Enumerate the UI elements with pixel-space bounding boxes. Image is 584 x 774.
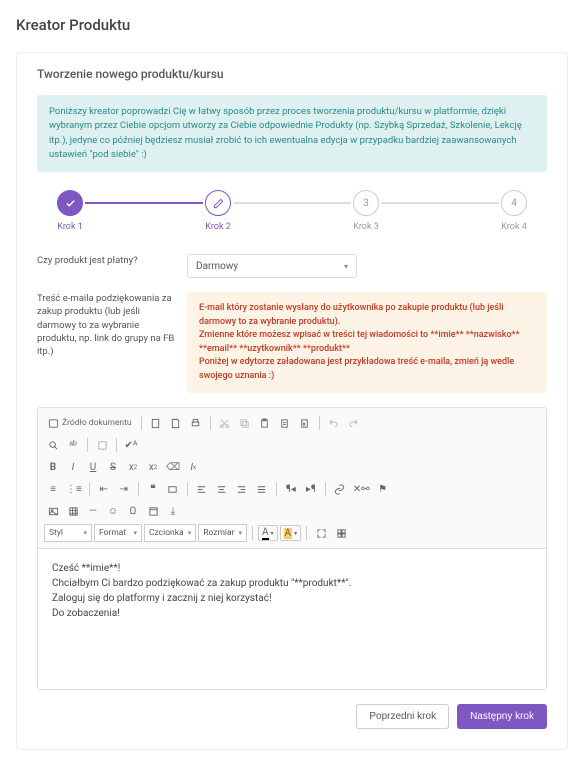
rtl-icon[interactable]: ▸¶ xyxy=(302,480,320,498)
iframe-icon[interactable] xyxy=(144,502,162,520)
table-icon[interactable] xyxy=(64,502,82,520)
rich-text-editor: Źródło dokumentu xyxy=(37,407,547,690)
pencil-icon xyxy=(205,190,231,216)
editor-line: Chciałbym Ci bardzo podziękować za zakup… xyxy=(52,576,532,591)
editor-line: Zaloguj się do platformy i zacznij z nie… xyxy=(52,591,532,606)
size-select[interactable]: Rozmiar▾ xyxy=(198,524,247,542)
paste-text-icon[interactable] xyxy=(276,414,294,432)
font-select[interactable]: Czcionka▾ xyxy=(144,524,196,542)
step-label: Krok 1 xyxy=(57,222,83,232)
chevron-down-icon: ▾ xyxy=(344,262,348,271)
warning-text: Zmienne które możesz wpisać w treści tej… xyxy=(199,329,535,356)
prev-button[interactable]: Poprzedni krok xyxy=(356,704,449,729)
italic-icon[interactable]: I xyxy=(64,458,82,476)
underline-icon[interactable]: U xyxy=(84,458,102,476)
align-right-icon[interactable] xyxy=(233,480,251,498)
smiley-icon[interactable]: ☺ xyxy=(104,502,122,520)
page-title: Kreator Produktu xyxy=(16,16,568,34)
blockquote-icon[interactable]: ❝ xyxy=(144,480,162,498)
clearformat-icon[interactable]: Ix xyxy=(184,458,202,476)
indent-icon[interactable]: ⇥ xyxy=(115,480,133,498)
check-icon xyxy=(57,190,83,216)
removeformat-icon[interactable]: ⌫ xyxy=(164,458,182,476)
find-icon[interactable] xyxy=(44,436,62,454)
info-text: Poniższy kreator poprowadzi Cię w łatwy … xyxy=(49,105,535,162)
ltr-icon[interactable]: ¶◂ xyxy=(282,480,300,498)
select-all-icon[interactable] xyxy=(93,436,111,454)
hr-icon[interactable]: — xyxy=(84,502,102,520)
unlink-icon[interactable]: ✕⚯ xyxy=(351,480,372,498)
step-1[interactable]: Krok 1 xyxy=(57,190,83,232)
editor-line: Do zobaczenia! xyxy=(52,606,532,621)
save-icon[interactable] xyxy=(167,414,185,432)
bg-color-icon[interactable]: A▾ xyxy=(280,525,302,541)
paste-icon[interactable] xyxy=(256,414,274,432)
source-label: Źródło dokumentu xyxy=(62,418,132,428)
paid-label: Czy produkt jest płatny? xyxy=(37,254,187,278)
spellcheck-icon[interactable]: ✔ᴬ xyxy=(122,436,140,454)
step-4[interactable]: 4 Krok 4 xyxy=(501,190,527,232)
creator-card: Tworzenie nowego produktu/kursu Poniższy… xyxy=(16,52,568,750)
step-line xyxy=(233,202,351,204)
link-icon[interactable] xyxy=(331,480,349,498)
paste-word-icon[interactable] xyxy=(296,414,314,432)
cut-icon[interactable] xyxy=(216,414,234,432)
style-select[interactable]: Styl▾ xyxy=(44,524,92,542)
editor-line: Cześć **imie**! xyxy=(52,561,532,576)
warning-text: Poniżej w edytorze załadowana jest przyk… xyxy=(199,356,535,383)
email-info-box: E-mail który zostanie wysłany do użytkow… xyxy=(187,292,547,393)
stepper: Krok 1 Krok 2 3 Krok 3 4 Krok 4 xyxy=(57,190,527,232)
step-label: Krok 4 xyxy=(501,222,527,232)
paid-value: Darmowy xyxy=(196,261,238,272)
show-blocks-icon[interactable] xyxy=(332,524,350,542)
pagebreak-icon[interactable]: ⤓ xyxy=(164,502,182,520)
editor-toolbar: Źródło dokumentu xyxy=(38,408,546,549)
step-label: Krok 2 xyxy=(205,222,231,232)
numbered-list-icon[interactable]: ≡ xyxy=(44,480,62,498)
superscript-icon[interactable]: x2 xyxy=(144,458,162,476)
copy-icon[interactable] xyxy=(236,414,254,432)
strike-icon[interactable]: S xyxy=(104,458,122,476)
image-icon[interactable] xyxy=(44,502,62,520)
maximize-icon[interactable] xyxy=(312,524,330,542)
bold-icon[interactable]: B xyxy=(44,458,62,476)
step-line xyxy=(85,202,203,204)
step-number: 3 xyxy=(353,190,379,216)
align-justify-icon[interactable] xyxy=(253,480,271,498)
redo-icon[interactable] xyxy=(345,414,363,432)
print-icon[interactable] xyxy=(187,414,205,432)
step-3[interactable]: 3 Krok 3 xyxy=(353,190,379,232)
align-left-icon[interactable] xyxy=(193,480,211,498)
bullet-list-icon[interactable]: ⋮≡ xyxy=(64,480,84,498)
editor-content[interactable]: Cześć **imie**! Chciałbym Ci bardzo podz… xyxy=(38,549,546,689)
info-box: Poniższy kreator poprowadzi Cię w łatwy … xyxy=(37,95,547,172)
card-subtitle: Tworzenie nowego produktu/kursu xyxy=(37,67,547,81)
new-page-icon[interactable] xyxy=(147,414,165,432)
subscript-icon[interactable]: x2 xyxy=(124,458,142,476)
specialchar-icon[interactable]: Ω xyxy=(124,502,142,520)
step-2[interactable]: Krok 2 xyxy=(205,190,231,232)
step-line xyxy=(381,202,499,204)
step-number: 4 xyxy=(501,190,527,216)
div-icon[interactable] xyxy=(164,480,182,498)
replace-icon[interactable]: ᵃᵇ xyxy=(64,436,82,454)
outdent-icon[interactable]: ⇤ xyxy=(95,480,113,498)
anchor-icon[interactable]: ⚑ xyxy=(374,480,392,498)
undo-icon[interactable] xyxy=(325,414,343,432)
source-button[interactable]: Źródło dokumentu xyxy=(44,414,136,432)
text-color-icon[interactable]: A▾ xyxy=(258,525,278,541)
format-select[interactable]: Format▾ xyxy=(94,524,142,542)
email-label: Treść e-maila podziękowania za zakup pro… xyxy=(37,292,187,393)
paid-select[interactable]: Darmowy ▾ xyxy=(187,254,357,278)
next-button[interactable]: Następny krok xyxy=(457,704,547,729)
warning-text: E-mail który zostanie wysłany do użytkow… xyxy=(199,302,535,329)
step-label: Krok 3 xyxy=(353,222,379,232)
align-center-icon[interactable] xyxy=(213,480,231,498)
